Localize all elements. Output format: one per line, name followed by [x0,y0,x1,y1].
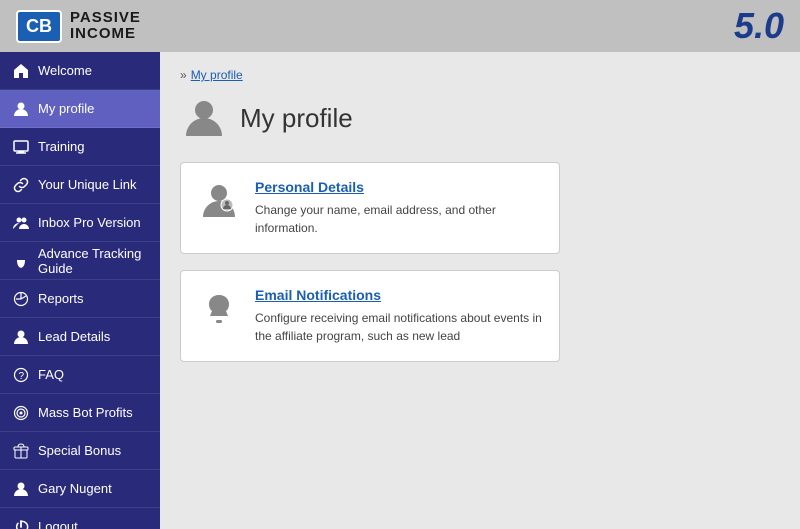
card-desc-email-notifications: Configure receiving email notifications … [255,309,543,345]
sidebar: Welcome My profile Training Your Unique Lin… [0,52,160,529]
sidebar-item-logout[interactable]: Logout [0,508,160,529]
person-icon [12,480,30,498]
personal-details-icon [197,179,241,223]
logo-area: CB PASSIVE INCOME [16,10,141,43]
breadcrumb-link[interactable]: My profile [191,68,243,82]
question-icon: ? [12,366,30,384]
card-personal-details: Personal Details Change your name, email … [180,162,560,254]
card-desc-personal-details: Change your name, email address, and oth… [255,201,543,237]
sidebar-item-gary-nugent[interactable]: Gary Nugent [0,470,160,508]
sidebar-item-inbox-pro[interactable]: Inbox Pro Version [0,204,160,242]
hand-icon [12,252,30,270]
sidebar-label-gary-nugent: Gary Nugent [38,481,148,496]
card-content-email-notifications: Email Notifications Configure receiving e… [255,287,543,345]
card-email-notifications: Email Notifications Configure receiving e… [180,270,560,362]
sidebar-label-your-unique-link: Your Unique Link [38,177,148,192]
logo-passive: PASSIVE [70,10,141,27]
main-layout: Welcome My profile Training Your Unique Lin… [0,52,800,529]
target-icon [12,404,30,422]
cards-container: Personal Details Change your name, email … [180,162,780,362]
sidebar-label-faq: FAQ [38,367,148,382]
header: CB PASSIVE INCOME 5.0 [0,0,800,52]
sidebar-item-reports[interactable]: Reports [0,280,160,318]
logo-text: PASSIVE INCOME [70,10,141,43]
card-title-personal-details[interactable]: Personal Details [255,179,543,195]
sidebar-item-advance-tracking[interactable]: Advance Tracking Guide [0,242,160,280]
version-number: 5.0 [734,5,784,47]
monitor-icon [12,138,30,156]
sidebar-item-my-profile[interactable]: My profile [0,90,160,128]
power-icon [12,518,30,529]
sidebar-item-welcome[interactable]: Welcome [0,52,160,90]
sidebar-label-advance-tracking: Advance Tracking Guide [38,246,148,276]
sidebar-label-lead-details: Lead Details [38,329,148,344]
profile-title-icon [180,94,228,142]
breadcrumb-sep: » [180,68,187,82]
card-content-personal-details: Personal Details Change your name, email … [255,179,543,237]
sidebar-label-mass-bot: Mass Bot Profits [38,405,148,420]
breadcrumb: » My profile [180,68,780,82]
sidebar-label-welcome: Welcome [38,63,148,78]
svg-text:?: ? [19,371,25,382]
logo-cb: CB [16,10,62,43]
sidebar-label-logout: Logout [38,519,148,529]
sidebar-item-your-unique-link[interactable]: Your Unique Link [0,166,160,204]
home-icon [12,62,30,80]
sidebar-label-inbox-pro: Inbox Pro Version [38,215,148,230]
sidebar-item-mass-bot[interactable]: Mass Bot Profits [0,394,160,432]
chart-icon [12,290,30,308]
page-title: My profile [240,103,353,134]
sidebar-item-lead-details[interactable]: Lead Details [0,318,160,356]
sidebar-item-faq[interactable]: ? FAQ [0,356,160,394]
email-notifications-icon [197,287,241,331]
page-title-area: My profile [180,94,780,142]
sidebar-label-my-profile: My profile [38,101,148,116]
card-title-email-notifications[interactable]: Email Notifications [255,287,543,303]
people-icon [12,214,30,232]
person-icon [12,328,30,346]
sidebar-label-special-bonus: Special Bonus [38,443,148,458]
logo-income: INCOME [70,26,141,43]
sidebar-label-reports: Reports [38,291,148,306]
sidebar-item-special-bonus[interactable]: Special Bonus [0,432,160,470]
gift-icon [12,442,30,460]
sidebar-label-training: Training [38,139,148,154]
content-area: » My profile My profile Personal Details… [160,52,800,529]
person-icon [12,100,30,118]
sidebar-item-training[interactable]: Training [0,128,160,166]
link-icon [12,176,30,194]
